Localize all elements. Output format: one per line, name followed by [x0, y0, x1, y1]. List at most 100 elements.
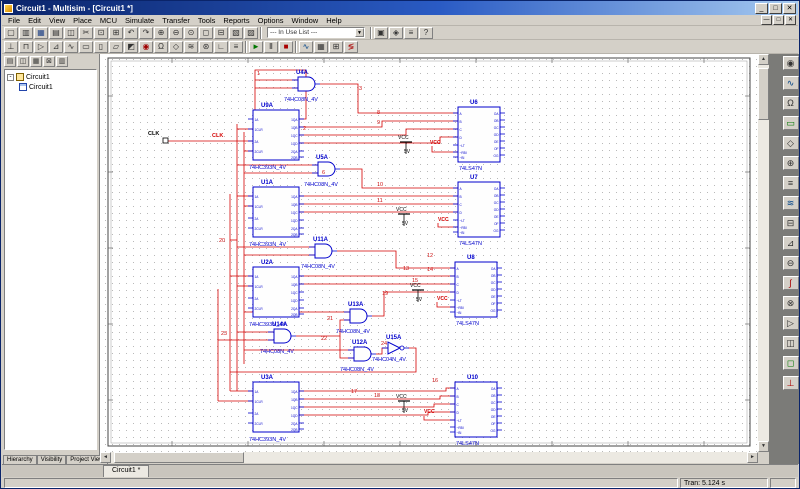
measurement-probe-icon[interactable]: ⊥ [782, 376, 799, 390]
gate-U5A[interactable] [317, 161, 336, 177]
logic-analyzer-icon[interactable]: ≋ [782, 196, 799, 210]
zoom-in-icon[interactable]: ⊕ [154, 26, 168, 39]
spectrum-analyzer-icon[interactable]: ∫ [782, 276, 799, 290]
wire-net[interactable] [437, 223, 458, 228]
function-generator-icon[interactable]: ∿ [782, 76, 799, 90]
tree-item-circuit1[interactable]: Circuit1 [7, 82, 94, 92]
wire-net[interactable] [436, 302, 455, 308]
place-analog-icon[interactable]: ∿ [64, 40, 78, 53]
wire-net[interactable] [337, 250, 455, 269]
menu-transfer[interactable]: Transfer [158, 16, 194, 25]
title-bar[interactable]: Circuit1 - Multisim - [Circuit1 *] _ □ ✕ [2, 1, 798, 15]
wire-net[interactable] [299, 403, 455, 408]
undo-icon[interactable]: ↶ [124, 26, 138, 39]
wire-net[interactable] [299, 387, 455, 392]
menu-simulate[interactable]: Simulate [121, 16, 158, 25]
tree-root-circuit1[interactable]: - Circuit1 [7, 72, 94, 82]
place-diode-icon[interactable]: ▷ [34, 40, 48, 53]
canvas-vertical-scrollbar[interactable]: ▲ ▼ [758, 54, 769, 452]
schematic-canvas[interactable]: U9A 74HC393N_4V 1A 1CLR 2A 2CLR 1QA 1QB 1QC 1QD 2Q… [100, 54, 758, 452]
tab-visibility[interactable]: Visibility [36, 455, 67, 464]
menu-mcu[interactable]: MCU [96, 16, 121, 25]
mdi-restore-button[interactable]: □ [773, 15, 784, 25]
place-rf-icon[interactable]: ≋ [184, 40, 198, 53]
zoom-out-icon[interactable]: ⊖ [169, 26, 183, 39]
gate-U13A[interactable] [349, 308, 368, 324]
menu-file[interactable]: File [4, 16, 24, 25]
place-bus-icon[interactable]: ≡ [229, 40, 243, 53]
variant-icon[interactable]: ≡ [404, 26, 418, 39]
gate-U11A[interactable] [314, 243, 333, 259]
place-power-icon[interactable]: Ω [154, 40, 168, 53]
gate-U12A[interactable] [353, 346, 372, 362]
logic-converter-icon[interactable]: ⊟ [782, 216, 799, 230]
save-icon[interactable]: ▦ [34, 26, 48, 39]
place-source-icon[interactable]: ⊥ [4, 40, 18, 53]
distortion-analyzer-icon[interactable]: ⊖ [782, 256, 799, 270]
menu-reports[interactable]: Reports [219, 16, 253, 25]
place-wire-icon[interactable]: ∟ [214, 40, 228, 53]
wire-net[interactable] [431, 146, 458, 153]
place-electromech-icon[interactable]: ⊛ [199, 40, 213, 53]
project-bar-icon[interactable]: ▧ [229, 26, 243, 39]
paste-icon[interactable]: ⊞ [109, 26, 123, 39]
frequency-counter-icon[interactable]: ⊕ [782, 156, 799, 170]
stop-button[interactable]: ■ [279, 40, 293, 53]
dt-close-icon[interactable]: ⊠ [43, 55, 55, 67]
agilent-multimeter-icon[interactable]: ◫ [782, 336, 799, 350]
wire-net[interactable] [340, 168, 458, 189]
postprocessor-icon[interactable]: ⊞ [329, 40, 343, 53]
wire-net[interactable] [299, 128, 458, 136]
menu-place[interactable]: Place [69, 16, 96, 25]
minimize-button[interactable]: _ [755, 2, 768, 14]
run-button[interactable]: ► [249, 40, 263, 53]
agilent-generator-icon[interactable]: ▷ [782, 316, 799, 330]
open-icon[interactable]: ▥ [19, 26, 33, 39]
place-cmos-icon[interactable]: ▯ [94, 40, 108, 53]
probe-icon[interactable]: ≶ [344, 40, 358, 53]
copy-icon[interactable]: ⊡ [94, 26, 108, 39]
dt-save-icon[interactable]: ▦ [30, 55, 42, 67]
canvas-horizontal-scrollbar[interactable]: ◄ ► [100, 452, 758, 463]
wire-net[interactable] [423, 416, 455, 421]
place-misc-icon[interactable]: ◇ [169, 40, 183, 53]
menu-edit[interactable]: Edit [24, 16, 45, 25]
print-icon[interactable]: ▤ [49, 26, 63, 39]
mdi-close-button[interactable]: ✕ [785, 15, 796, 25]
menu-window[interactable]: Window [288, 16, 323, 25]
redo-icon[interactable]: ↷ [139, 26, 153, 39]
combo-arrow-icon[interactable]: ▼ [355, 28, 364, 37]
menu-help[interactable]: Help [322, 16, 345, 25]
menu-view[interactable]: View [45, 16, 69, 25]
place-ttl-icon[interactable]: ▭ [79, 40, 93, 53]
oscilloscope-icon[interactable]: ▭ [782, 116, 799, 130]
horizontal-scroll-thumb[interactable] [114, 452, 244, 463]
scroll-right-icon[interactable]: ► [747, 452, 758, 463]
tektronix-scope-icon[interactable]: ◻ [782, 356, 799, 370]
place-misc-digital-icon[interactable]: ▱ [109, 40, 123, 53]
maximize-button[interactable]: □ [769, 2, 782, 14]
wattmeter-icon[interactable]: Ω [782, 96, 799, 110]
print-preview-icon[interactable]: ◫ [64, 26, 78, 39]
scroll-left-icon[interactable]: ◄ [100, 452, 111, 463]
zoom-full-icon[interactable]: ◻ [199, 26, 213, 39]
in-use-list-combo[interactable]: --- In Use List --- ▼ [267, 27, 365, 38]
cut-icon[interactable]: ✂ [79, 26, 93, 39]
dt-open-icon[interactable]: ◫ [17, 55, 29, 67]
gate-U4A[interactable] [297, 76, 316, 92]
menu-options[interactable]: Options [254, 16, 288, 25]
tab-hierarchy[interactable]: Hierarchy [3, 455, 37, 464]
pause-button[interactable]: Ⅱ [264, 40, 278, 53]
help-icon[interactable]: ? [419, 26, 433, 39]
place-transistor-icon[interactable]: ⊿ [49, 40, 63, 53]
mdi-minimize-button[interactable]: — [761, 15, 772, 25]
place-mixed-icon[interactable]: ◩ [124, 40, 138, 53]
clk-input-pin[interactable] [162, 137, 169, 144]
grapher-icon[interactable]: ∿ [299, 40, 313, 53]
network-analyzer-icon[interactable]: ⊗ [782, 296, 799, 310]
tree-expander-icon[interactable]: - [7, 73, 14, 81]
scroll-down-icon[interactable]: ▼ [758, 441, 769, 452]
wire-net[interactable] [376, 347, 388, 355]
gate-U14A[interactable] [273, 328, 292, 344]
new-icon[interactable]: ▢ [4, 26, 18, 39]
